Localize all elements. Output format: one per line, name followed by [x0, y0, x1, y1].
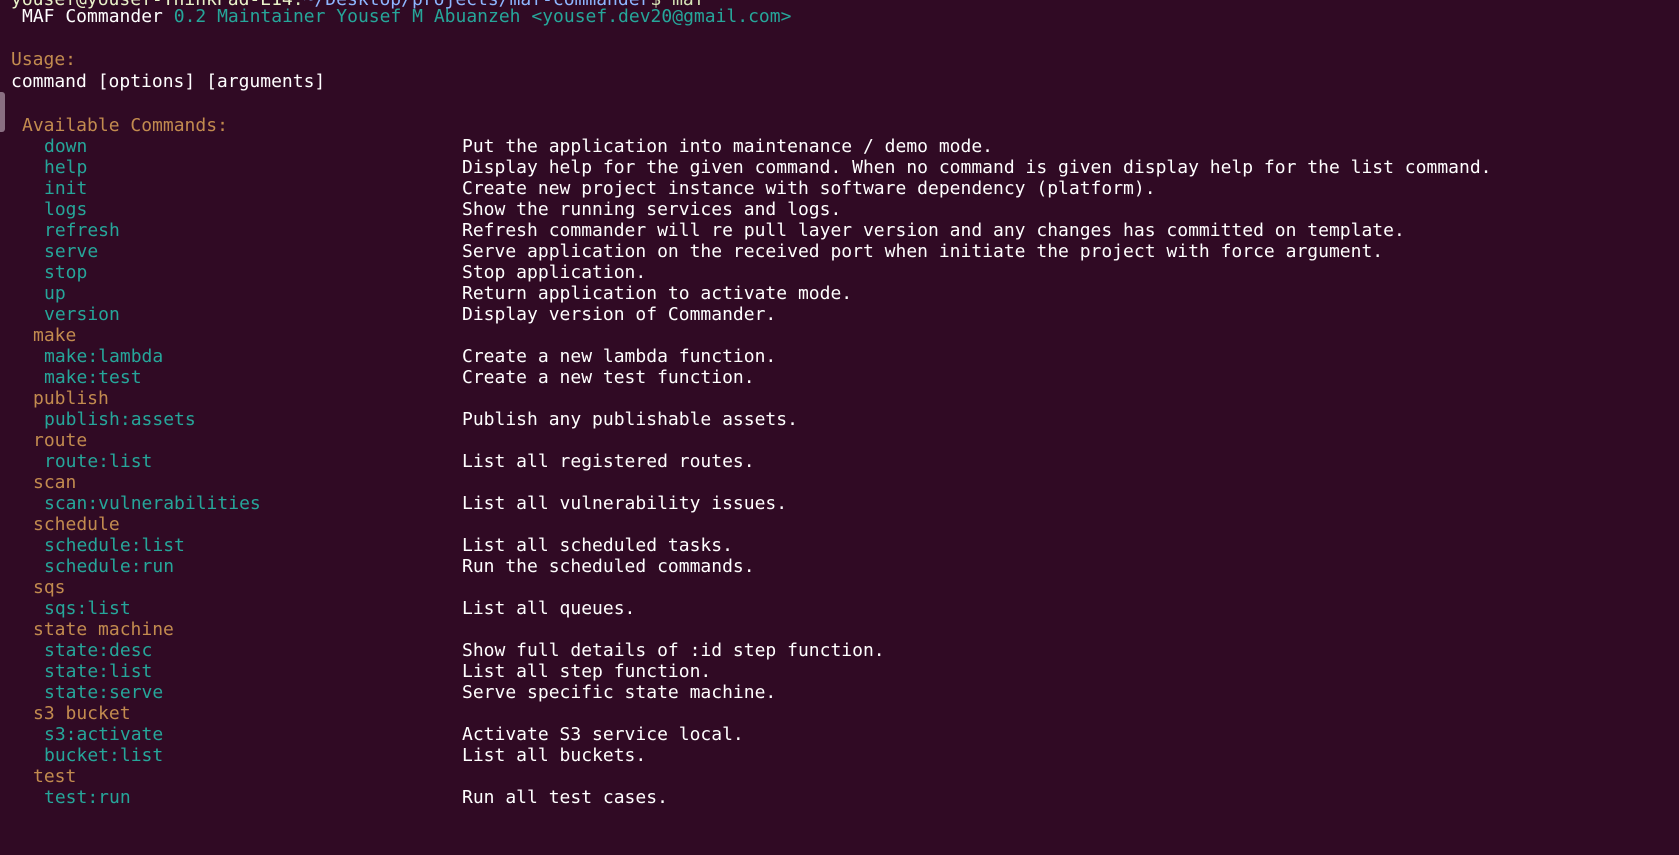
- command-name: version: [44, 304, 120, 325]
- command-group-state-machine: state machine: [33, 619, 174, 640]
- command-name: publish:assets: [44, 409, 196, 430]
- usage-label: Usage:: [11, 49, 77, 70]
- command-description: List all vulnerability issues.: [462, 493, 788, 514]
- command-description: List all buckets.: [462, 745, 647, 766]
- command-description: List all queues.: [462, 598, 636, 619]
- command-name: state:list: [44, 661, 153, 682]
- command-name: s3:activate: [44, 724, 164, 745]
- command-name: make:lambda: [44, 346, 164, 367]
- command-description: Run all test cases.: [462, 787, 668, 808]
- command-group-schedule: schedule: [33, 514, 120, 535]
- command-name: logs: [44, 199, 88, 220]
- command-name: bucket:list: [44, 745, 164, 766]
- usage-text: command [options] [arguments]: [11, 71, 326, 92]
- command-name: schedule:list: [44, 535, 185, 556]
- terminal-window[interactable]: yousef@yousef-ThinkPad-E14:~/Desktop/pro…: [0, 0, 1679, 855]
- command-name: init: [44, 178, 88, 199]
- command-description: Create new project instance with softwar…: [462, 178, 1156, 199]
- command-name: down: [44, 136, 88, 157]
- app-meta: 0.2 Maintainer Yousef M Abuanzeh <yousef…: [173, 6, 792, 27]
- command-group-publish: publish: [33, 388, 109, 409]
- command-description: Activate S3 service local.: [462, 724, 744, 745]
- app-name: MAF Commander: [22, 6, 163, 27]
- command-name: help: [44, 157, 88, 178]
- command-group-route: route: [33, 430, 88, 451]
- command-description: Stop application.: [462, 262, 647, 283]
- command-name: scan:vulnerabilities: [44, 493, 261, 514]
- command-description: Create a new lambda function.: [462, 346, 777, 367]
- command-description: List all registered routes.: [462, 451, 755, 472]
- command-group-scan: scan: [33, 472, 77, 493]
- command-description: List all scheduled tasks.: [462, 535, 733, 556]
- command-name: sqs:list: [44, 598, 131, 619]
- command-description: Show full details of :id step function.: [462, 640, 885, 661]
- command-group-test: test: [33, 766, 77, 787]
- command-group-make: make: [33, 325, 77, 346]
- command-description: List all step function.: [462, 661, 712, 682]
- command-description: Return application to activate mode.: [462, 283, 853, 304]
- command-group-sqs: sqs: [33, 577, 66, 598]
- command-description: Run the scheduled commands.: [462, 556, 755, 577]
- command-name: test:run: [44, 787, 131, 808]
- command-description: Refresh commander will re pull layer ver…: [462, 220, 1405, 241]
- command-name: up: [44, 283, 66, 304]
- command-description: Put the application into maintenance / d…: [462, 136, 994, 157]
- command-name: serve: [44, 241, 99, 262]
- app-header: MAF Commander 0.2 Maintainer Yousef M Ab…: [22, 6, 791, 28]
- command-group-s3-bucket: s3 bucket: [33, 703, 131, 724]
- command-name: refresh: [44, 220, 120, 241]
- available-commands-label: Available Commands:: [22, 115, 228, 136]
- command-name: state:serve: [44, 682, 164, 703]
- scrollbar-handle[interactable]: [0, 92, 5, 132]
- command-description: Show the running services and logs.: [462, 199, 842, 220]
- command-description: Publish any publishable assets.: [462, 409, 798, 430]
- command-name: stop: [44, 262, 88, 283]
- command-name: make:test: [44, 367, 142, 388]
- command-description: Serve specific state machine.: [462, 682, 777, 703]
- command-name: schedule:run: [44, 556, 175, 577]
- command-description: Display help for the given command. When…: [462, 157, 1492, 178]
- command-name: state:desc: [44, 640, 153, 661]
- command-description: Create a new test function.: [462, 367, 755, 388]
- command-description: Serve application on the received port w…: [462, 241, 1384, 262]
- command-description: Display version of Commander.: [462, 304, 777, 325]
- command-name: route:list: [44, 451, 153, 472]
